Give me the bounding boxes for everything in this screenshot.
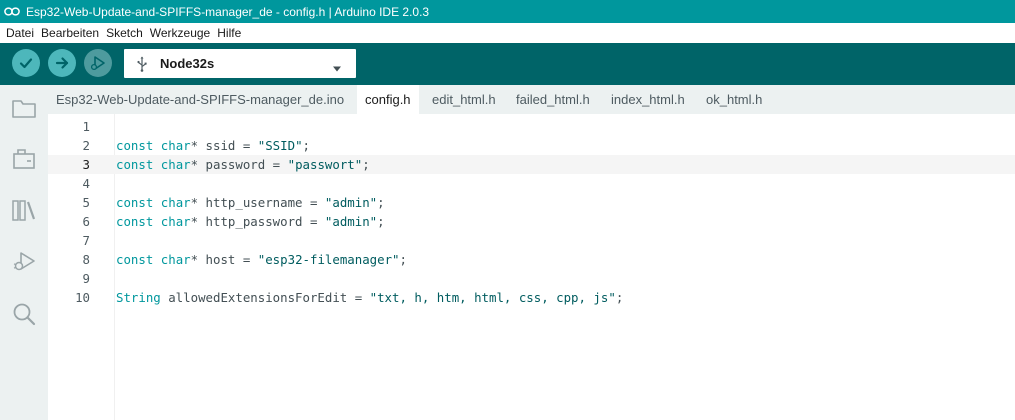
- code-line[interactable]: 6 const char* http_password = "admin";: [48, 212, 1015, 231]
- code-line[interactable]: 5 const char* http_username = "admin";: [48, 193, 1015, 212]
- board-manager-icon[interactable]: [10, 145, 38, 173]
- code-text[interactable]: const char* ssid = "SSID";: [116, 136, 310, 155]
- code-text[interactable]: String allowedExtensionsForEdit = "txt, …: [116, 288, 623, 307]
- line-number: 5: [82, 195, 90, 210]
- editor-tab-bar: Esp32-Web-Update-and-SPIFFS-manager_de.i…: [48, 85, 1015, 114]
- tab-index-html-h[interactable]: index_html.h: [603, 85, 693, 114]
- line-number: 4: [82, 176, 90, 191]
- code-line[interactable]: 7: [48, 231, 1015, 250]
- code-editor[interactable]: 1 2 const char* ssid = "SSID"; 3 const char*…: [48, 114, 1015, 420]
- line-number: 8: [82, 252, 90, 267]
- folder-icon[interactable]: [10, 94, 38, 122]
- arrow-right-icon: [55, 57, 69, 69]
- code-line[interactable]: 4: [48, 174, 1015, 193]
- line-number: 1: [82, 119, 90, 134]
- tab-main-ino[interactable]: Esp32-Web-Update-and-SPIFFS-manager_de.i…: [48, 85, 352, 114]
- debug-icon[interactable]: [10, 247, 38, 275]
- verify-button[interactable]: [12, 49, 40, 77]
- line-number: 3: [82, 157, 90, 172]
- tab-config-h[interactable]: config.h: [357, 85, 419, 114]
- board-name: Node32s: [160, 56, 215, 71]
- code-text[interactable]: const char* password = "passwort";: [116, 155, 370, 174]
- menu-datei[interactable]: Datei: [6, 26, 34, 40]
- debug-play-icon: [90, 56, 105, 71]
- code-text[interactable]: const char* host = "esp32-filemanager";: [116, 250, 407, 269]
- board-selector[interactable]: Node32s: [124, 49, 356, 78]
- code-line[interactable]: 2 const char* ssid = "SSID";: [48, 136, 1015, 155]
- code-line[interactable]: 10 String allowedExtensionsForEdit = "txt…: [48, 288, 1015, 307]
- library-icon[interactable]: [10, 196, 38, 224]
- tab-edit-html-h[interactable]: edit_html.h: [424, 85, 504, 114]
- chevron-down-icon: [332, 60, 342, 75]
- menu-sketch[interactable]: Sketch: [106, 26, 143, 40]
- code-text[interactable]: const char* http_password = "admin";: [116, 212, 385, 231]
- toolbar: Node32s: [0, 43, 1015, 85]
- line-number: 6: [82, 214, 90, 229]
- line-number: 7: [82, 233, 90, 248]
- debug-button[interactable]: [84, 49, 112, 77]
- window-title: Esp32-Web-Update-and-SPIFFS-manager_de -…: [26, 4, 430, 19]
- check-icon: [19, 58, 33, 69]
- code-line[interactable]: 1: [48, 117, 1015, 136]
- activity-sidebar: [0, 85, 48, 420]
- usb-icon: [136, 56, 150, 72]
- tab-failed-html-h[interactable]: failed_html.h: [508, 85, 598, 114]
- menu-bar: Datei Bearbeiten Sketch Werkzeuge Hilfe: [0, 23, 1015, 43]
- code-line[interactable]: 3 const char* password = "passwort";: [48, 155, 1015, 174]
- upload-button[interactable]: [48, 49, 76, 77]
- code-line[interactable]: 9: [48, 269, 1015, 288]
- tab-ok-html-h[interactable]: ok_html.h: [698, 85, 770, 114]
- search-icon[interactable]: [10, 300, 38, 328]
- code-text[interactable]: const char* http_username = "admin";: [116, 193, 385, 212]
- line-number: 10: [75, 290, 90, 305]
- code-line[interactable]: 8 const char* host = "esp32-filemanager";: [48, 250, 1015, 269]
- menu-bearbeiten[interactable]: Bearbeiten: [41, 26, 99, 40]
- menu-hilfe[interactable]: Hilfe: [217, 26, 241, 40]
- menu-werkzeuge[interactable]: Werkzeuge: [150, 26, 210, 40]
- title-bar: Esp32-Web-Update-and-SPIFFS-manager_de -…: [0, 0, 1015, 23]
- line-number: 2: [82, 138, 90, 153]
- line-number: 9: [82, 271, 90, 286]
- arduino-logo-icon: [4, 7, 20, 17]
